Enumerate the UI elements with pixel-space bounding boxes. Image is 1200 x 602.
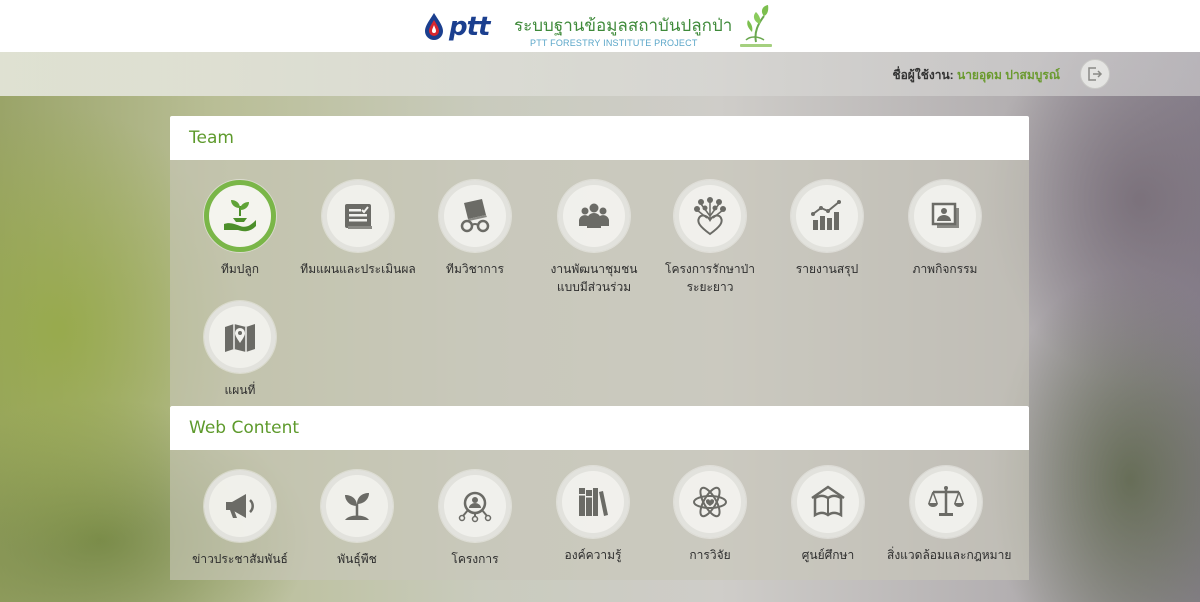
book-glasses-icon (456, 197, 494, 235)
tile-icon-circle (439, 470, 511, 542)
tile-icon-circle (909, 180, 981, 252)
tile-activity-photos[interactable]: ภาพกิจกรรม (886, 180, 1004, 278)
bar-chart-icon (809, 198, 845, 234)
tile-news[interactable]: ข่าวประชาสัมพันธ์ (181, 470, 299, 568)
team-section-title: Team (189, 128, 234, 148)
books-icon (575, 484, 611, 520)
tile-label: รายงานสรุป (795, 262, 859, 276)
tile-icon-circle (204, 180, 276, 252)
tile-summary-report[interactable]: รายงานสรุป (768, 180, 886, 278)
team-section-body: ทีมปลูก ทีมแผนและประเมินผล ทีมวิชาการ งา… (170, 160, 1029, 406)
user-prefix-label: ชื่อผู้ใช้งาน: (892, 68, 954, 82)
ptt-drop-icon (423, 12, 445, 42)
tile-label: ภาพกิจกรรม (912, 262, 978, 276)
tile-icon-circle (321, 470, 393, 542)
tile-icon-circle (558, 180, 630, 252)
web-content-section-header: Web Content (170, 406, 1029, 450)
tile-label: แผนที่ (224, 383, 256, 397)
tile-icon-circle (791, 180, 863, 252)
tile-label-line-2: แบบมีส่วนร่วม (556, 280, 632, 294)
tile-label: งานพัฒนาชุมชน แบบมีส่วนร่วม (535, 260, 653, 296)
network-icon (457, 488, 493, 524)
tile-label: ทีมปลูก (220, 262, 260, 276)
map-pin-icon (222, 319, 258, 355)
user-info: ชื่อผู้ใช้งาน: นายอุดม ปาสมบูรณ์ (892, 66, 1060, 85)
logout-icon (1087, 66, 1103, 82)
ptt-logo[interactable]: ptt (423, 10, 490, 44)
atom-icon (691, 483, 729, 521)
ptt-wordmark: ptt (449, 12, 490, 42)
tile-icon-circle (674, 466, 746, 538)
tile-label: ทีมวิชาการ (446, 262, 504, 276)
tile-knowledge[interactable]: องค์ความรู้ (534, 466, 652, 564)
tile-label: โครงการรักษาป่า ระยะยาว (651, 260, 769, 296)
top-header: ptt ระบบฐานข้อมูลสถาบันปลูกป่า PTT FORES… (0, 0, 1200, 52)
people-group-icon (576, 198, 612, 234)
tile-environment-law[interactable]: สิ่งแวดล้อมและกฎหมาย (887, 466, 1012, 564)
tile-icon-circle (204, 470, 276, 542)
scales-icon (927, 484, 965, 520)
tile-label: การวิจัย (689, 548, 731, 562)
tile-label: ศูนย์ศึกษา (801, 548, 855, 562)
web-content-section-title: Web Content (189, 418, 300, 438)
tile-icon-circle (204, 301, 276, 373)
tile-label-line-1: โครงการรักษาป่า (665, 262, 755, 276)
site-title-thai: ระบบฐานข้อมูลสถาบันปลูกป่า (514, 16, 733, 35)
tree-heart-icon (691, 196, 729, 236)
tile-projects[interactable]: โครงการ (416, 470, 534, 568)
sprout-icon (339, 488, 375, 524)
megaphone-icon (222, 488, 258, 524)
photo-gallery-icon (927, 198, 963, 234)
team-section-header: Team (170, 116, 1029, 160)
tile-planning-evaluation-team[interactable]: ทีมแผนและประเมินผล (299, 180, 417, 278)
tile-study-center[interactable]: ศูนย์ศึกษา (769, 466, 887, 564)
tile-icon-circle (910, 466, 982, 538)
open-book-house-icon (809, 484, 847, 520)
tile-label: ทีมแผนและประเมินผล (300, 262, 416, 276)
logout-button[interactable] (1080, 59, 1110, 89)
web-content-section-body: ข่าวประชาสัมพันธ์ พันธุ์พืช โครงการ องค์… (170, 450, 1029, 580)
tile-research[interactable]: การวิจัย (651, 466, 769, 564)
tile-label: พันธุ์พืช (337, 552, 377, 566)
forestry-institute-logo (736, 2, 776, 50)
tile-academic-team[interactable]: ทีมวิชาการ (416, 180, 534, 278)
document-check-icon (341, 199, 375, 233)
tile-label: โครงการ (451, 552, 499, 566)
site-title-english: PTT FORESTRY INSTITUTE PROJECT (530, 38, 698, 48)
tile-icon-circle (674, 180, 746, 252)
tile-icon-circle (439, 180, 511, 252)
tile-label: องค์ความรู้ (564, 548, 622, 562)
tile-icon-circle (557, 466, 629, 538)
tile-forest-conservation-project[interactable]: โครงการรักษาป่า ระยะยาว (651, 180, 769, 296)
tile-icon-circle (792, 466, 864, 538)
tile-label-line-1: งานพัฒนาชุมชน (550, 262, 638, 276)
tile-label-line-2: ระยะยาว (686, 280, 734, 294)
user-name: นายอุดม ปาสมบูรณ์ (956, 68, 1060, 82)
tile-label: ข่าวประชาสัมพันธ์ (192, 552, 288, 566)
tile-map[interactable]: แผนที่ (181, 301, 299, 399)
tile-label: สิ่งแวดล้อมและกฎหมาย (887, 548, 1012, 562)
tile-community-development[interactable]: งานพัฒนาชุมชน แบบมีส่วนร่วม (535, 180, 653, 296)
plant-hand-icon (220, 196, 260, 236)
tile-icon-circle (322, 180, 394, 252)
tile-planting-team[interactable]: ทีมปลูก (181, 180, 299, 278)
tile-plant-species[interactable]: พันธุ์พืช (298, 470, 416, 568)
